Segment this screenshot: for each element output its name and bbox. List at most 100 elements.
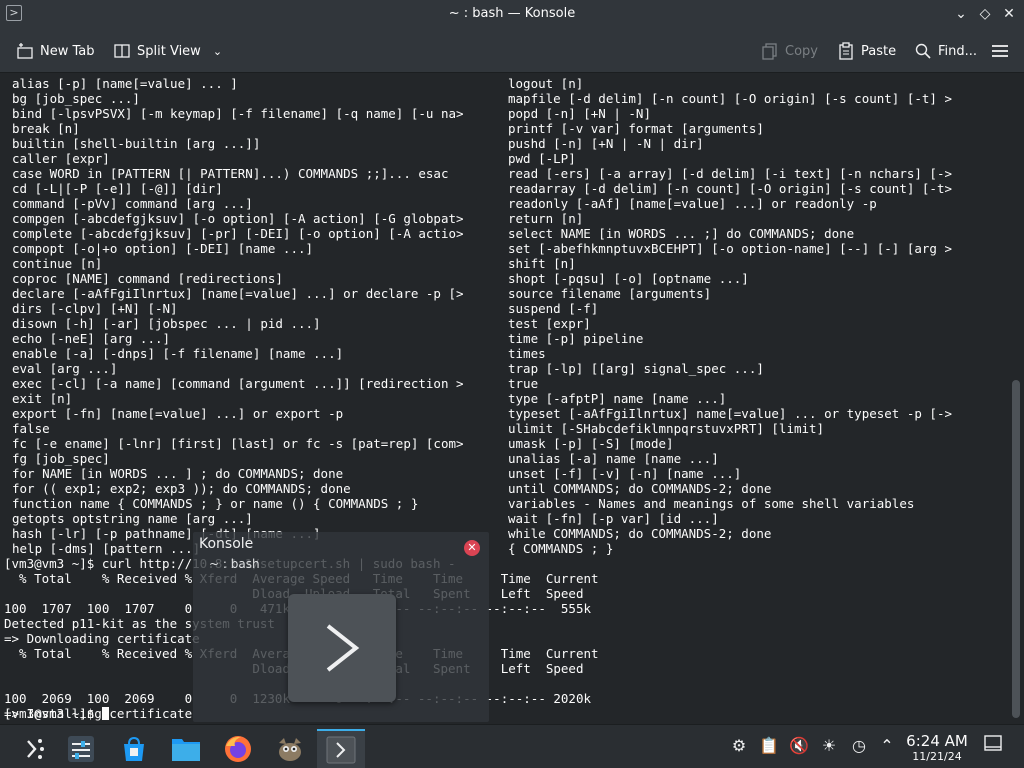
search-icon — [914, 42, 932, 60]
terminal-line: times — [508, 346, 546, 361]
network-settings-icon[interactable]: ⚙ — [728, 735, 750, 757]
terminal-line: => Downloading certificate — [4, 631, 200, 646]
terminal-prompt-icon — [326, 624, 360, 672]
gimp-icon[interactable] — [266, 729, 314, 768]
terminal-line: shopt [-pqsu] [-o] [optname ...] — [508, 271, 749, 286]
new-tab-button[interactable]: New Tab — [16, 40, 95, 62]
terminal-line: select NAME [in WORDS ... ;] do COMMANDS… — [508, 226, 855, 241]
paste-icon — [837, 42, 855, 60]
hamburger-menu-button[interactable] — [991, 40, 1015, 62]
terminal-line: unset [-f] [-v] [-n] [name ...] — [508, 466, 742, 481]
terminal-line: echo [-neE] [arg ...] — [12, 331, 171, 346]
terminal-line: while COMMANDS; do COMMANDS-2; done — [508, 526, 772, 541]
find-label: Find... — [938, 43, 978, 59]
maximize-icon[interactable]: ◇ — [975, 4, 995, 24]
terminal-line: case WORD in [PATTERN [| PATTERN]...) CO… — [12, 166, 449, 181]
clock-date[interactable]: 11/21/24 — [903, 750, 971, 763]
system-settings-icon[interactable] — [57, 729, 105, 768]
hamburger-menu-icon — [991, 42, 1009, 60]
paste-label: Paste — [861, 43, 897, 59]
paste-button[interactable]: Paste — [837, 40, 896, 62]
terminal-line: exec [-cl] [-a name] [command [argument … — [12, 376, 464, 391]
terminal-line: set [-abefhkmnptuvxBCEHPT] [-o option-na… — [508, 241, 953, 256]
terminal-line: fc [-e ename] [-lnr] [first] [last] or f… — [12, 436, 464, 451]
notification-close-icon[interactable]: ✕ — [464, 540, 480, 556]
terminal-line: pwd [-LP] — [508, 151, 576, 166]
konsole-taskbar-icon[interactable] — [317, 729, 365, 768]
terminal-prompt-line: [vm3@vm3 ~]$ — [4, 706, 109, 721]
terminal-scrollbar[interactable] — [1008, 74, 1024, 724]
terminal-line: true — [508, 376, 539, 391]
dolphin-folder-icon[interactable] — [162, 729, 210, 768]
terminal-line: popd [-n] [+N | -N] — [508, 106, 651, 121]
application-launcher-icon[interactable] — [10, 729, 58, 768]
firefox-icon[interactable] — [214, 729, 262, 768]
terminal-line: for (( exp1; exp2; exp3 )); do COMMANDS;… — [12, 481, 351, 496]
terminal-line: break [n] — [12, 121, 80, 136]
copy-label: Copy — [785, 43, 818, 59]
toolbar: New Tab Split View ⌄ Copy Paste Find... — [0, 29, 1024, 73]
terminal-line: dirs [-clpv] [+N] [-N] — [12, 301, 178, 316]
scrollbar-thumb[interactable] — [1012, 380, 1020, 718]
close-icon[interactable]: ✕ — [999, 4, 1019, 24]
new-tab-label: New Tab — [40, 43, 95, 59]
terminal-line: source filename [arguments] — [508, 286, 712, 301]
terminal-line: umask [-p] [-S] [mode] — [508, 436, 674, 451]
terminal-line: until COMMANDS; do COMMANDS-2; done — [508, 481, 772, 496]
terminal-line: exit [n] — [12, 391, 73, 406]
terminal-line: unalias [-a] name [name ...] — [508, 451, 719, 466]
terminal-prompt: [vm3@vm3 ~]$ — [4, 706, 102, 721]
discover-icon[interactable] — [110, 729, 158, 768]
konsole-window-thumbnail[interactable] — [288, 594, 396, 702]
volume-muted-icon[interactable]: 🔇 — [788, 735, 810, 757]
terminal-line: help [-dms] [pattern ...] — [12, 541, 201, 556]
terminal-line: { COMMANDS ; } — [508, 541, 614, 556]
copy-button[interactable]: Copy — [761, 40, 818, 62]
terminal-line: builtin [shell-builtin [arg ...]] — [12, 136, 261, 151]
clipboard-icon[interactable]: 📋 — [758, 735, 780, 757]
terminal-line: ulimit [-SHabcdefiklmnpqrstuvxPRT] [limi… — [508, 421, 825, 436]
terminal-line: mapfile [-d delim] [-n count] [-O origin… — [508, 91, 953, 106]
terminal-line: suspend [-f] — [508, 301, 599, 316]
terminal-line: bind [-lpsvPSVX] [-m keymap] [-f filenam… — [12, 106, 464, 121]
terminal-line: cd [-L|[-P [-e]] [-@]] [dir] — [12, 181, 223, 196]
terminal-view[interactable]: => Installing certificate 100 2069 100 20… — [0, 74, 1008, 724]
terminal-line: eval [arg ...] — [12, 361, 118, 376]
minimize-icon[interactable]: ⌄ — [951, 4, 971, 24]
terminal-line: variables - Names and meanings of some s… — [508, 496, 915, 511]
terminal-line: type [-afptP] name [name ...] — [508, 391, 727, 406]
terminal-line: readarray [-d delim] [-n count] [-O orig… — [508, 181, 953, 196]
updates-icon[interactable]: ◷ — [848, 735, 870, 757]
terminal-line: function name { COMMANDS ; } or name () … — [12, 496, 419, 511]
find-button[interactable]: Find... — [914, 40, 977, 62]
split-view-button[interactable]: Split View ⌄ — [113, 40, 222, 62]
terminal-line: readonly [-aAf] [name[=value] ...] or re… — [508, 196, 877, 211]
terminal-line: read [-ers] [-a array] [-d delim] [-i te… — [508, 166, 953, 181]
chevron-down-icon: ⌄ — [212, 44, 223, 58]
terminal-line: complete [-abcdefgjksuv] [-pr] [-DEI] [-… — [12, 226, 464, 241]
notification-subtitle: ~ : bash — [209, 557, 260, 571]
clock-time[interactable]: 6:24 AM — [903, 732, 971, 750]
terminal-line: typeset [-aAfFgiIlnrtux] name[=value] ..… — [508, 406, 953, 421]
terminal-line: return [n] — [508, 211, 584, 226]
terminal-line: for NAME [in WORDS ... ] ; do COMMANDS; … — [12, 466, 344, 481]
terminal-line: false — [12, 421, 50, 436]
terminal-line: export [-fn] [name[=value] ...] or expor… — [12, 406, 344, 421]
show-desktop-icon[interactable] — [982, 735, 1004, 757]
split-view-icon — [113, 42, 131, 60]
terminal-line: getopts optstring name [arg ...] — [12, 511, 253, 526]
terminal-line: disown [-h] [-ar] [jobspec ... | pid ...… — [12, 316, 321, 331]
terminal-line: bg [job_spec ...] — [12, 91, 140, 106]
terminal-line: pushd [-n] [+N | -N | dir] — [508, 136, 704, 151]
terminal-line: fg [job_spec] — [12, 451, 110, 466]
terminal-line: trap [-lp] [[arg] signal_spec ...] — [508, 361, 764, 376]
show-hidden-icons-chevron-up-icon[interactable]: ⌃ — [876, 735, 898, 757]
terminal-line: compgen [-abcdefgjksuv] [-o option] [-A … — [12, 211, 464, 226]
terminal-line: printf [-v var] format [arguments] — [508, 121, 764, 136]
terminal-line: continue [n] — [12, 256, 103, 271]
brightness-icon[interactable]: ☀ — [818, 735, 840, 757]
terminal-line: enable [-a] [-dnps] [-f filename] [name … — [12, 346, 344, 361]
terminal-line: shift [n] — [508, 256, 576, 271]
terminal-line: command [-pVv] command [arg ...] — [12, 196, 253, 211]
terminal-line: alias [-p] [name[=value] ... ] — [12, 76, 238, 91]
